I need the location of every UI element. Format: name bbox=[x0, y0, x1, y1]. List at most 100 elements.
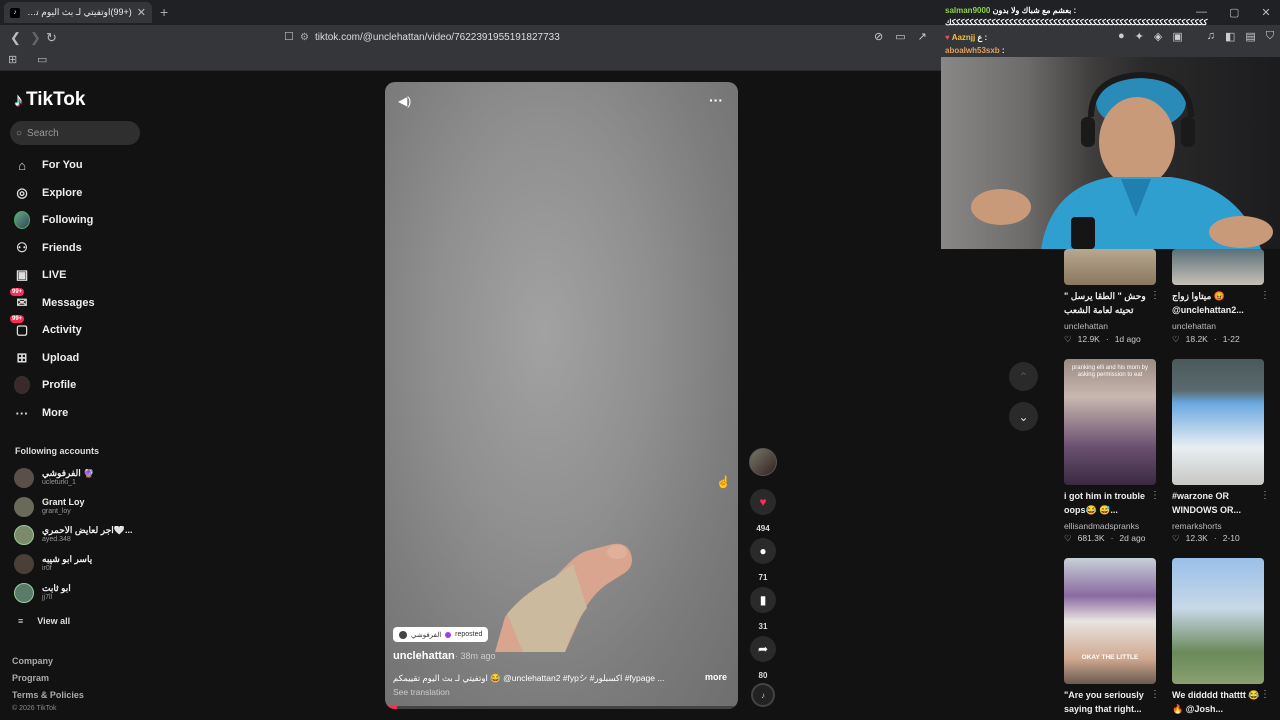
grid-video-title[interactable]: وحش " الطقا يرسل " تحيته لعامة الشعب bbox=[1064, 290, 1156, 317]
account-handle: ayed.348 bbox=[42, 536, 71, 544]
forward-icon[interactable]: ❯ bbox=[30, 30, 41, 46]
following-account[interactable]: اجر لعايض الأحمري🤍... ayed.348 bbox=[14, 522, 154, 548]
close-window-icon[interactable]: ✕ bbox=[1261, 6, 1270, 19]
no-tracking-icon[interactable]: ⊘ bbox=[874, 30, 883, 43]
nav-activity[interactable]: ▢ 99+ Activity bbox=[10, 315, 164, 340]
account-name: الفرفوشي 🔮 bbox=[42, 469, 95, 479]
account-handle: ucleturki_1 bbox=[42, 479, 76, 487]
view-all-link[interactable]: ≡ View all bbox=[18, 616, 70, 626]
search-input[interactable]: ○ Search bbox=[10, 121, 140, 145]
video-thumbnail[interactable]: OKAY THE LITTLE bbox=[1064, 558, 1156, 684]
footer-terms-link[interactable]: Terms & Policies bbox=[12, 690, 84, 700]
maximize-icon[interactable]: ▢ bbox=[1229, 6, 1239, 19]
avatar bbox=[14, 583, 34, 603]
grid-video-title[interactable]: #warzone OR WINDOWS OR... bbox=[1172, 490, 1264, 517]
grid-video-user[interactable]: ellisandmadspranks bbox=[1064, 521, 1139, 531]
grid-video-title[interactable]: ميتاوا زواج 😡 @unclehattan2... bbox=[1172, 290, 1264, 317]
nav-explore[interactable]: ◎ Explore bbox=[14, 183, 164, 203]
heart-outline-icon: ♡ bbox=[1064, 533, 1072, 543]
tiktok-note-icon: ♪ bbox=[14, 89, 23, 110]
grid-video-user[interactable]: remarkshorts bbox=[1172, 521, 1222, 531]
tiktok-logo[interactable]: ♪ TikTok bbox=[14, 89, 85, 111]
search-icon: ○ bbox=[16, 127, 23, 139]
cast-icon[interactable]: ▭ bbox=[895, 30, 905, 43]
kebab-icon[interactable]: ⋮ bbox=[1260, 490, 1270, 501]
following-account[interactable]: ابو ثابت jj7ll bbox=[14, 580, 154, 606]
grid-likes: 681.3K bbox=[1077, 533, 1105, 543]
save-action[interactable]: ▮ 31 bbox=[749, 587, 777, 631]
close-tab-icon[interactable]: ✕ bbox=[137, 6, 146, 19]
comment-action[interactable]: ● 71 bbox=[749, 538, 777, 582]
repost-name: الفرفوشي bbox=[411, 631, 442, 639]
following-account[interactable]: ياسر ابو شيبه ir0f bbox=[14, 551, 154, 577]
video-thumbnail[interactable] bbox=[1172, 249, 1264, 285]
grid-date: 2-10 bbox=[1222, 533, 1240, 543]
site-info-icon[interactable]: ⚙ bbox=[300, 32, 309, 43]
bookmark-icon[interactable]: ☐ bbox=[284, 30, 294, 43]
nav-upload[interactable]: ⊞ Upload bbox=[14, 348, 164, 368]
see-translation-link[interactable]: See translation bbox=[393, 687, 450, 697]
url-field[interactable]: ⚙ tiktok.com/@unclehattan/video/76223919… bbox=[300, 28, 940, 46]
chat-badge-icon: ♥ bbox=[945, 33, 950, 42]
account-handle: grant_loy bbox=[42, 508, 71, 516]
wallet-icon[interactable]: ▤ bbox=[1245, 30, 1255, 43]
nav-profile[interactable]: Profile bbox=[14, 375, 164, 395]
previous-video-button[interactable]: ⌃ bbox=[1009, 362, 1038, 391]
footer-company-link[interactable]: Company bbox=[12, 656, 53, 666]
shield-icon[interactable]: ⛉ bbox=[1266, 30, 1274, 43]
video-player[interactable]: ◀) ··· الفرفوشي reposted unclehattan · 3… bbox=[385, 82, 738, 709]
browser-tab[interactable]: ♪ (+99)اوتفيتي لـ بث اليوم تقييمكم ✕ bbox=[4, 2, 152, 23]
following-account[interactable]: Grant Loy grant_loy bbox=[14, 494, 154, 520]
music-disc-icon[interactable]: ♪ bbox=[751, 683, 775, 707]
grid-video-user[interactable]: unclehattan bbox=[1172, 321, 1216, 331]
video-thumbnail[interactable]: pranking elli and his mom by asking perm… bbox=[1064, 359, 1156, 485]
volume-icon[interactable]: ◀) bbox=[398, 94, 411, 108]
heart-icon[interactable]: ♥ bbox=[750, 489, 776, 515]
kebab-icon[interactable]: ⋮ bbox=[1260, 689, 1270, 700]
nav-more[interactable]: ··· More bbox=[14, 403, 164, 423]
caption-more-button[interactable]: more bbox=[705, 672, 727, 682]
following-account[interactable]: الفرفوشي 🔮 ucleturki_1 bbox=[14, 465, 154, 491]
new-tab-icon[interactable]: + bbox=[160, 4, 168, 20]
grid-video-title[interactable]: "Are you seriously saying that right... bbox=[1064, 689, 1156, 716]
bookmark-icon[interactable]: ▮ bbox=[750, 587, 776, 613]
video-options-icon[interactable]: ··· bbox=[709, 92, 723, 108]
like-action[interactable]: ♥ 494 bbox=[749, 489, 777, 533]
footer-program-link[interactable]: Program bbox=[12, 673, 49, 683]
video-thumbnail[interactable] bbox=[1172, 558, 1264, 684]
kebab-icon[interactable]: ⋮ bbox=[1260, 290, 1270, 301]
kebab-icon[interactable]: ⋮ bbox=[1150, 490, 1160, 501]
logo-text: TikTok bbox=[26, 89, 86, 110]
chat-text: : bbox=[1001, 46, 1005, 55]
share-icon[interactable]: ↗ bbox=[918, 30, 927, 43]
profile-icon bbox=[14, 376, 30, 394]
share-arrow-icon[interactable]: ➦ bbox=[750, 636, 776, 662]
reload-icon[interactable]: ↻ bbox=[46, 30, 57, 46]
kebab-icon[interactable]: ⋮ bbox=[1150, 689, 1160, 700]
video-progress-bar[interactable] bbox=[385, 706, 738, 709]
nav-friends[interactable]: ⚇ Friends bbox=[14, 238, 164, 258]
nav-for-you[interactable]: ⌂ For You bbox=[14, 155, 164, 175]
apps-icon[interactable]: ⊞ bbox=[8, 53, 17, 66]
comment-icon[interactable]: ● bbox=[750, 538, 776, 564]
back-icon[interactable]: ❮ bbox=[10, 30, 21, 46]
friends-icon: ⚇ bbox=[16, 240, 28, 255]
grid-video-title[interactable]: i got him in trouble oops😂 😅... bbox=[1064, 490, 1156, 517]
video-thumbnail[interactable] bbox=[1172, 359, 1264, 485]
kebab-icon[interactable]: ⋮ bbox=[1150, 290, 1160, 301]
nav-following[interactable]: Following bbox=[14, 210, 164, 230]
creator-avatar[interactable] bbox=[749, 448, 777, 476]
share-action[interactable]: ➦ 80 bbox=[749, 636, 777, 680]
grid-video-stats: ♡ 18.2K · 1-22 bbox=[1172, 334, 1240, 345]
repost-chip[interactable]: الفرفوشي reposted bbox=[393, 627, 489, 642]
video-author[interactable]: unclehattan bbox=[393, 650, 455, 662]
folder-icon[interactable]: ▭ bbox=[37, 53, 47, 66]
grid-video-title[interactable]: We didddd thatttt 😂🔥 @Josh... bbox=[1172, 689, 1264, 716]
chat-message: كككككككككككككككككككككككككككككككككككككككك… bbox=[945, 18, 1210, 27]
next-video-button[interactable]: ⌄ bbox=[1009, 402, 1038, 431]
video-thumbnail[interactable] bbox=[1064, 249, 1156, 285]
sidebar-icon[interactable]: ◧ bbox=[1225, 30, 1235, 43]
grid-video-user[interactable]: unclehattan bbox=[1064, 321, 1108, 331]
nav-live[interactable]: ▣ LIVE bbox=[14, 265, 164, 285]
nav-messages[interactable]: ✉ 99+ Messages bbox=[10, 288, 164, 313]
